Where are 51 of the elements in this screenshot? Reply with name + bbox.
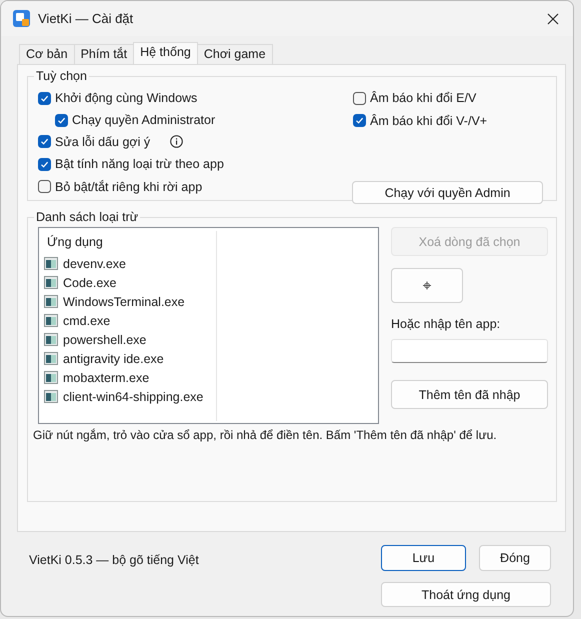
list-item[interactable]: powershell.exe: [63, 332, 146, 346]
list-item[interactable]: cmd.exe: [63, 314, 110, 328]
dialog-button[interactable]: Lưu: [381, 545, 466, 571]
checkbox-label[interactable]: Khởi động cùng Windows: [55, 91, 198, 106]
window-icon: [44, 314, 58, 327]
column-header[interactable]: Ứng dụng: [44, 231, 216, 254]
window-icon: [44, 352, 58, 365]
tab[interactable]: Cơ bản: [19, 44, 75, 64]
window-icon: [44, 257, 58, 270]
checkbox-label[interactable]: Âm báo khi đổi V-/V+: [370, 114, 488, 128]
list-item[interactable]: antigravity ide.exe: [63, 352, 164, 366]
checkbox-label[interactable]: Bật tính năng loại trừ theo app: [55, 157, 224, 172]
list-item[interactable]: client-win64-shipping.exe: [63, 390, 204, 404]
list-item[interactable]: devenv.exe: [63, 256, 126, 270]
window-icon: [44, 276, 58, 289]
crosshair-icon: [423, 281, 431, 290]
checkbox[interactable]: [353, 92, 366, 105]
checkbox-label[interactable]: Sửa lỗi dấu gợi ý: [55, 134, 150, 149]
checkbox-label[interactable]: Bỏ bật/tắt riêng khi rời app: [55, 180, 202, 194]
app-icon: [13, 10, 30, 27]
checkbox[interactable]: [55, 114, 68, 126]
list-item[interactable]: Code.exe: [63, 276, 117, 290]
app-list[interactable]: Ứng dụng devenv.exe Code.exe WindowsTerminal.exe cmd.exe powershell.exe antigravity ide.exe mobaxterm.exe client-win64-shipping.exe: [38, 227, 379, 424]
add-name-button[interactable]: Thêm tên đã nhập: [391, 380, 548, 409]
tab[interactable]: Chơi game: [196, 44, 273, 64]
quit-button[interactable]: Thoát ứng dụng: [381, 582, 551, 607]
window-icon: [44, 371, 58, 384]
window-title: VietKi — Cài đặt: [38, 11, 134, 26]
window-icon: [44, 390, 58, 403]
window-icon: [44, 333, 58, 346]
list-item[interactable]: WindowsTerminal.exe: [63, 294, 185, 308]
close-icon[interactable]: [547, 12, 559, 24]
version-text: VietKi 0.5.3 — bộ gõ tiếng Việt: [29, 553, 199, 569]
info-icon[interactable]: [170, 135, 184, 148]
checkbox[interactable]: [38, 135, 51, 148]
app-name-field[interactable]: [391, 339, 548, 363]
checkbox-label[interactable]: Chạy quyền Administrator: [72, 113, 216, 127]
window-icon: [44, 295, 58, 308]
input-label: Hoặc nhập tên app:: [391, 317, 502, 331]
checkbox[interactable]: [38, 92, 51, 105]
group-title: Tuỳ chọn: [35, 69, 88, 83]
group-title: Danh sách loại trừ: [35, 210, 140, 224]
list-item[interactable]: mobaxterm.exe: [63, 370, 150, 384]
checkbox[interactable]: [38, 180, 51, 194]
checkbox[interactable]: [38, 158, 51, 171]
tab[interactable]: Hệ thống: [133, 42, 198, 64]
checkbox-label[interactable]: Âm báo khi đổi E/V: [370, 91, 476, 106]
run-as-admin-button[interactable]: Chạy với quyền Admin: [352, 181, 543, 204]
hint-text: Giữ nút ngắm, trỏ vào cửa sổ app, rồi nhả để điền tên. Bấm 'Thêm tên đã nhập' để lưu.: [33, 428, 498, 442]
dialog-button[interactable]: Đóng: [479, 545, 551, 571]
checkbox[interactable]: [353, 114, 366, 128]
